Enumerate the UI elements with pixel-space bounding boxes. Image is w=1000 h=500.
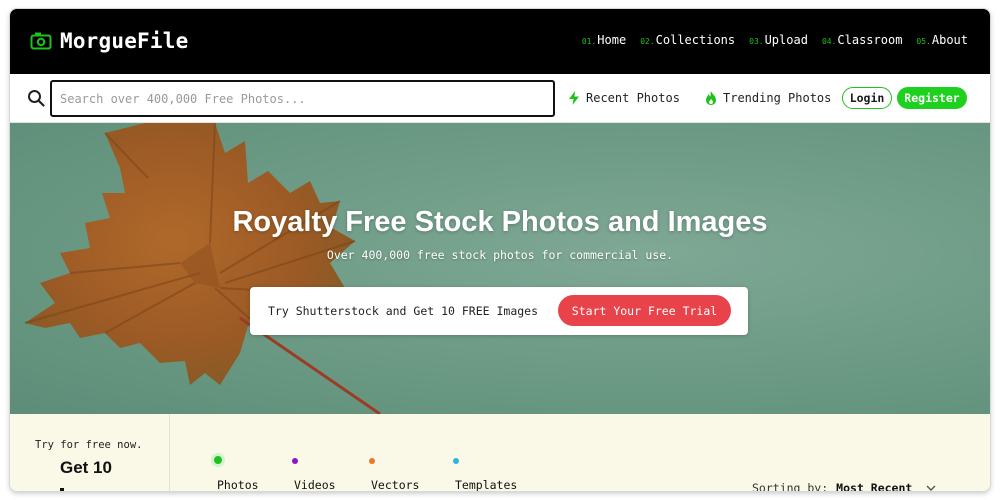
nav-number: 01. [581, 37, 597, 46]
sidebar-promo: Try for free now. Get 10 [10, 414, 170, 491]
templates-dot-icon [453, 458, 459, 464]
chevron-down-icon [926, 485, 936, 491]
photos-dot-icon [214, 456, 222, 464]
search-icon[interactable] [27, 89, 45, 107]
search-input[interactable] [50, 80, 555, 117]
register-button[interactable]: Register [897, 87, 967, 109]
nav-number: 03. [749, 37, 764, 46]
hero-banner: Royalty Free Stock Photos and Images Ove… [10, 123, 990, 414]
browser-frame: MorgueFile 01. Home 02. Collections 03. Upl… [10, 9, 990, 491]
nav-label: About [931, 33, 968, 47]
hero-subtitle: Over 400,000 free stock photos for comme… [326, 248, 674, 262]
cut-off-text-fragment [60, 488, 64, 491]
nav-number: 05. [916, 37, 931, 46]
tab-templates[interactable]: Templates [455, 478, 517, 491]
sorting-dropdown[interactable]: Sorting by: Most Recent [752, 481, 936, 491]
trending-photos-label: Trending Photos [723, 91, 832, 105]
top-navbar: MorgueFile 01. Home 02. Collections 03. Upl… [10, 9, 990, 74]
get-ten-headline: Get 10 [60, 458, 112, 477]
hero-title: Royalty Free Stock Photos and Images [232, 206, 768, 238]
sorting-label: Sorting by: [752, 481, 829, 491]
flame-icon [706, 91, 716, 105]
nav-home[interactable]: 01. Home [582, 33, 626, 47]
logo-text: MorgueFile [60, 29, 189, 53]
login-button[interactable]: Login [842, 87, 892, 109]
nav-upload[interactable]: 03. Upload [749, 33, 808, 47]
content-filter-strip: Try for free now. Get 10 Photos Videos V… [10, 414, 990, 491]
try-free-text: Try for free now. [35, 439, 143, 451]
recent-photos-link[interactable]: Recent Photos [568, 91, 680, 105]
nav-label: Upload [764, 33, 808, 47]
promo-text: Try Shutterstock and Get 10 FREE Images [268, 304, 539, 318]
recent-photos-label: Recent Photos [586, 91, 680, 105]
trending-photos-link[interactable]: Trending Photos [705, 91, 831, 105]
tab-videos[interactable]: Videos [294, 478, 336, 491]
nav-collections[interactable]: 02. Collections [640, 33, 735, 47]
start-free-trial-button[interactable]: Start Your Free Trial [558, 295, 731, 326]
nav-number: 04. [821, 37, 837, 46]
nav-about[interactable]: 05. About [916, 33, 968, 47]
camera-logo-icon [30, 32, 52, 50]
search-bar-row: Recent Photos Trending Photos Login Regi… [10, 74, 990, 123]
main-nav: 01. Home 02. Collections 03. Upload 04. Clas… [582, 33, 968, 47]
nav-label: Home [597, 33, 627, 47]
sorting-value: Most Recent [836, 481, 913, 491]
vectors-dot-icon [369, 458, 375, 464]
lightning-icon [569, 91, 579, 105]
shutterstock-promo-box: Try Shutterstock and Get 10 FREE Images … [250, 287, 748, 335]
nav-classroom[interactable]: 04. Classroom [822, 33, 902, 47]
tab-photos[interactable]: Photos [217, 478, 259, 491]
logo[interactable]: MorgueFile [30, 27, 188, 55]
nav-number: 02. [640, 37, 655, 46]
maple-leaf-image [24, 123, 381, 414]
tab-vectors[interactable]: Vectors [371, 478, 419, 491]
videos-dot-icon [292, 458, 298, 464]
nav-label: Collections [655, 33, 736, 47]
nav-label: Classroom [837, 33, 903, 47]
